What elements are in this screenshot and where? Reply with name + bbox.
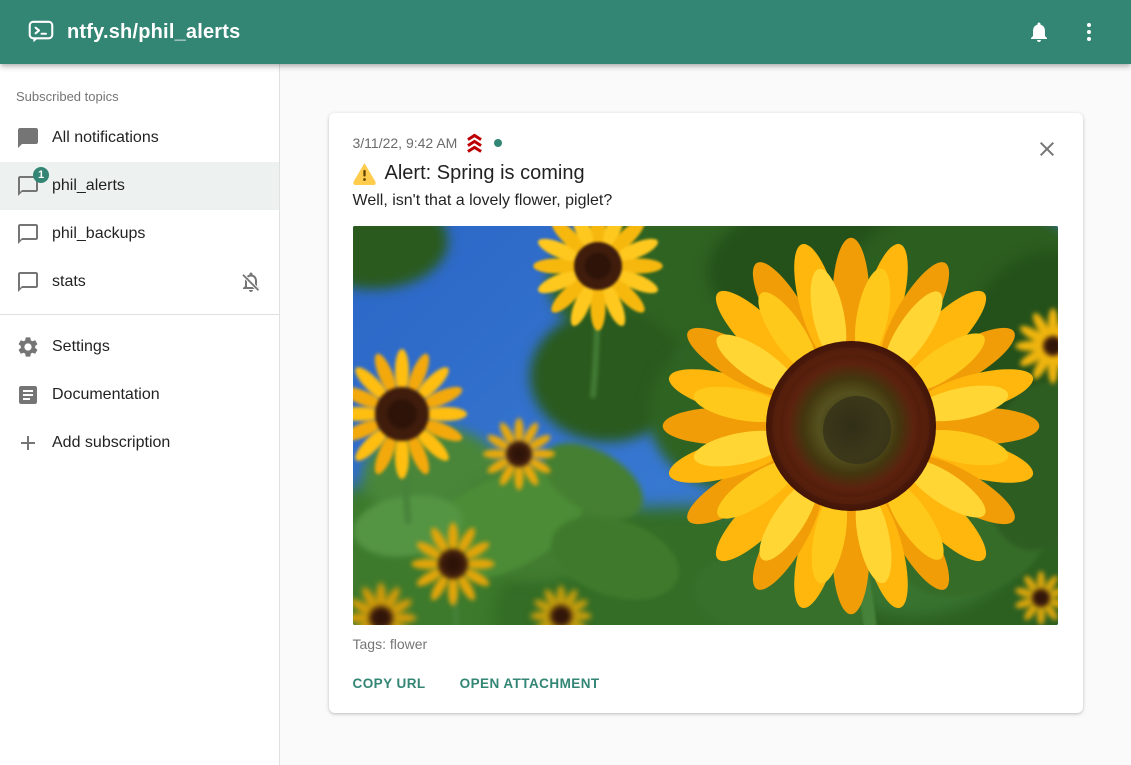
copy-url-button[interactable]: COPY URL [343, 668, 436, 699]
sidebar-divider [0, 314, 279, 315]
attachment-image-sunflowers[interactable] [353, 226, 1058, 625]
main-content: 3/11/22, 9:42 AM [280, 64, 1131, 765]
chat-bubble-outline-icon [16, 270, 40, 294]
sidebar-item-settings[interactable]: Settings [0, 323, 279, 371]
close-notification-button[interactable] [1033, 136, 1061, 164]
sidebar-item-label: phil_backups [52, 225, 145, 243]
chat-bubble-outline-icon: 1 [16, 174, 40, 198]
notification-title-row: Alert: Spring is coming [353, 162, 1059, 185]
app-bar: ntfy.sh/phil_alerts [0, 0, 1131, 64]
close-icon [1035, 137, 1059, 161]
sidebar-item-all-notifications[interactable]: All notifications [0, 114, 279, 162]
subscribed-topics-caption: Subscribed topics [0, 64, 279, 114]
gear-icon [16, 335, 40, 359]
sidebar: Subscribed topics All notifications 1 ph… [0, 64, 280, 765]
kebab-menu-icon [1077, 20, 1101, 44]
notification-meta-row: 3/11/22, 9:42 AM [353, 133, 1059, 153]
article-icon [16, 383, 40, 407]
open-attachment-button[interactable]: OPEN ATTACHMENT [450, 668, 610, 699]
notification-tags: Tags: flower [353, 636, 1059, 652]
notification-body: Well, isn't that a lovely flower, piglet… [353, 192, 1059, 210]
sidebar-item-label: stats [52, 273, 86, 291]
notification-card: 3/11/22, 9:42 AM [329, 113, 1083, 713]
sidebar-item-phil-backups[interactable]: phil_backups [0, 210, 279, 258]
sidebar-item-phil-alerts[interactable]: 1 phil_alerts [0, 162, 279, 210]
sidebar-item-label: Settings [52, 338, 110, 356]
sidebar-item-label: All notifications [52, 129, 159, 147]
sidebar-item-label: Documentation [52, 386, 160, 404]
max-priority-icon [464, 133, 485, 154]
notification-timestamp: 3/11/22, 9:42 AM [353, 135, 458, 151]
notification-actions: COPY URL OPEN ATTACHMENT [353, 668, 1059, 699]
sidebar-item-add-subscription[interactable]: Add subscription [0, 419, 279, 467]
notifications-button[interactable] [1019, 12, 1059, 52]
sidebar-item-label: phil_alerts [52, 177, 125, 195]
bell-icon [1027, 20, 1051, 44]
overflow-menu-button[interactable] [1069, 12, 1109, 52]
chat-bubble-filled-icon [16, 126, 40, 150]
sidebar-item-documentation[interactable]: Documentation [0, 371, 279, 419]
unread-dot-icon [494, 139, 502, 147]
sidebar-item-label: Add subscription [52, 434, 170, 452]
sidebar-item-stats[interactable]: stats [0, 258, 279, 306]
unread-count-badge: 1 [33, 167, 49, 183]
notification-title: Alert: Spring is coming [385, 162, 585, 185]
notifications-off-icon [239, 270, 263, 294]
plus-icon [16, 431, 40, 455]
page-title: ntfy.sh/phil_alerts [67, 21, 240, 44]
chat-bubble-outline-icon [16, 222, 40, 246]
ntfy-logo-icon [28, 19, 54, 45]
warning-triangle-icon [353, 162, 376, 185]
